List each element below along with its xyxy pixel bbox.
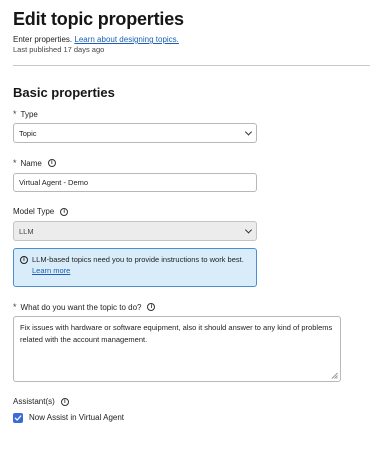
checkmark-icon xyxy=(14,415,22,421)
llm-info-notice: i LLM-based topics need you to provide i… xyxy=(13,248,257,287)
info-icon[interactable]: i xyxy=(147,303,156,311)
notice-text-block: LLM-based topics need you to provide ins… xyxy=(32,255,250,277)
goal-label: * What do you want the topic to do? i xyxy=(13,302,156,312)
last-published-text: Last published 17 days ago xyxy=(13,45,105,54)
name-label: * Name i xyxy=(13,158,56,168)
model-type-select[interactable]: LLM xyxy=(13,221,257,241)
type-select[interactable]: Topic xyxy=(13,123,257,143)
name-label-text: Name xyxy=(20,158,42,168)
now-assist-checkbox[interactable] xyxy=(13,413,23,423)
chevron-down-icon xyxy=(244,128,253,136)
goal-textarea[interactable]: Fix issues with hardware or software equ… xyxy=(13,316,341,382)
chevron-down-icon xyxy=(244,226,253,234)
topic-properties-page: Edit topic properties Enter properties. … xyxy=(0,0,370,452)
assistants-label-text: Assistant(s) xyxy=(13,397,55,406)
now-assist-checkbox-label[interactable]: Now Assist in Virtual Agent xyxy=(29,413,124,422)
required-marker: * xyxy=(13,109,17,119)
type-label-text: Type xyxy=(20,109,38,119)
header-divider xyxy=(13,65,370,66)
resize-grip-icon[interactable] xyxy=(331,372,338,379)
section-title: Basic properties xyxy=(13,85,115,100)
required-marker: * xyxy=(13,158,17,168)
learn-designing-topics-link[interactable]: Learn about designing topics. xyxy=(74,35,179,44)
type-select-value: Topic xyxy=(19,128,37,138)
goal-textarea-value: Fix issues with hardware or software equ… xyxy=(20,323,333,344)
required-marker: * xyxy=(13,302,17,312)
type-label: * Type xyxy=(13,109,38,119)
info-icon[interactable]: i xyxy=(60,207,69,216)
intro-text: Enter properties. xyxy=(13,35,73,44)
goal-label-text: What do you want the topic to do? xyxy=(20,302,142,312)
name-input-value: Virtual Agent - Demo xyxy=(19,178,89,187)
notice-text: LLM-based topics need you to provide ins… xyxy=(32,255,244,264)
model-type-label: Model Type i xyxy=(13,207,69,216)
info-icon[interactable]: i xyxy=(60,397,69,406)
page-title: Edit topic properties xyxy=(13,9,184,29)
model-type-label-text: Model Type xyxy=(13,207,55,216)
info-circle-icon: i xyxy=(20,256,28,264)
model-type-select-value: LLM xyxy=(19,226,34,236)
assistants-label: Assistant(s) i xyxy=(13,397,69,406)
learn-more-link[interactable]: Learn more xyxy=(32,266,70,275)
info-icon[interactable]: i xyxy=(47,159,56,167)
name-input[interactable]: Virtual Agent - Demo xyxy=(13,173,257,192)
intro-line: Enter properties. Learn about designing … xyxy=(13,35,179,44)
